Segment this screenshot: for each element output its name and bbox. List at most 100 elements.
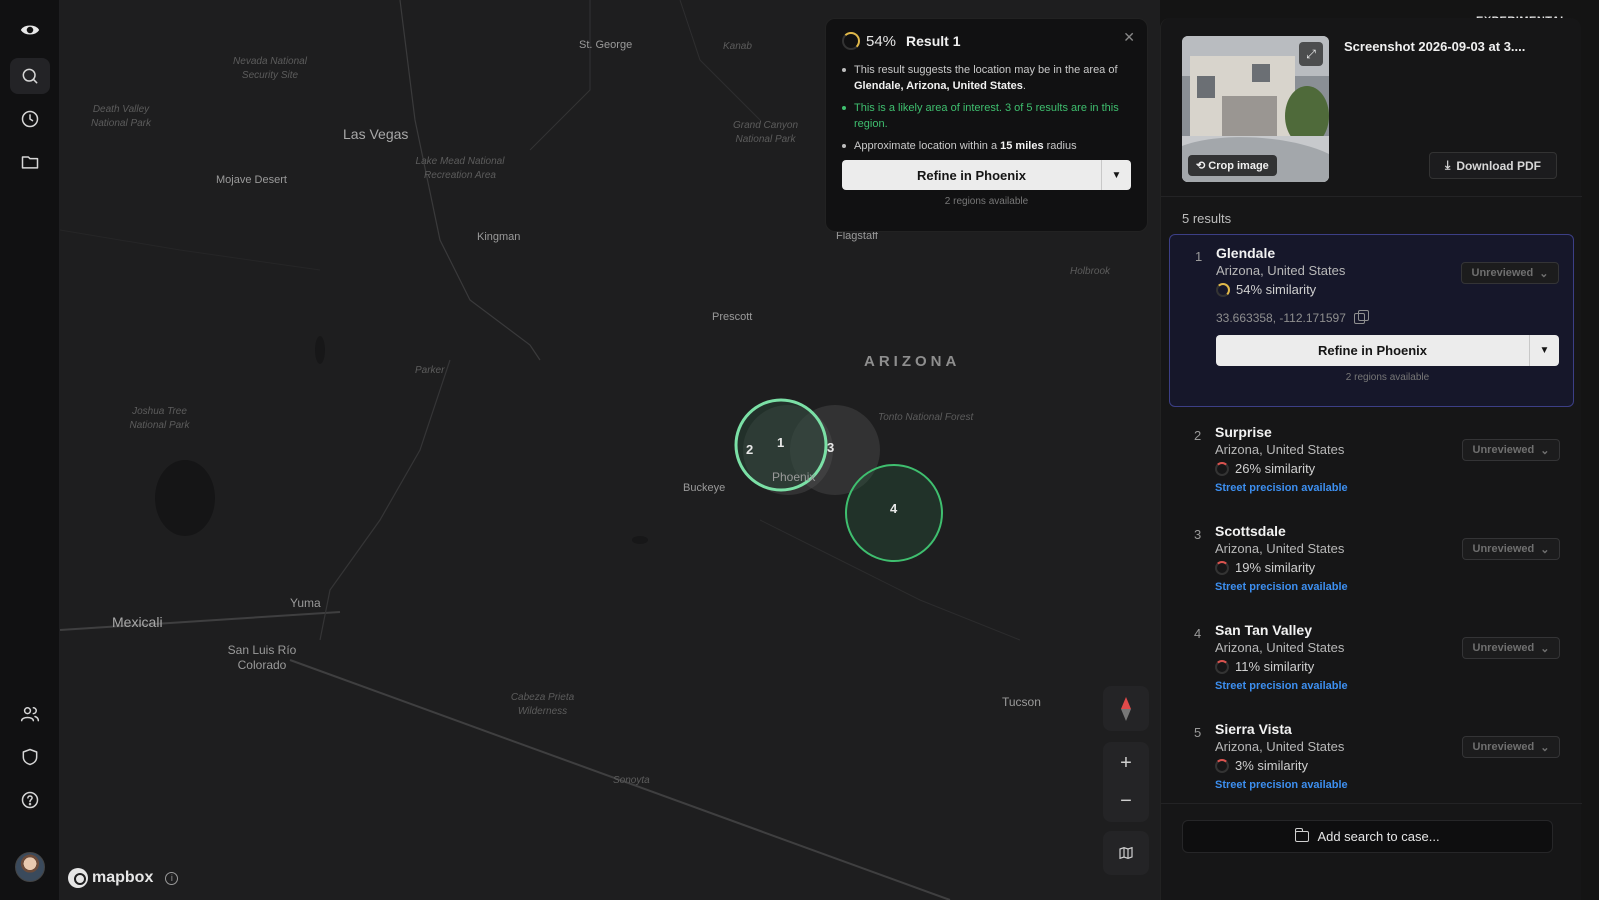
sidebar-item-team[interactable] bbox=[10, 696, 50, 732]
map-label-nevada-site: Nevada National Security Site bbox=[233, 56, 307, 81]
map-label-parker: Parker bbox=[415, 365, 445, 376]
result-name: San Tan Valley bbox=[1215, 622, 1313, 638]
result-similarity: 26% similarity bbox=[1215, 461, 1560, 476]
chevron-down-icon[interactable]: ▼ bbox=[1101, 160, 1131, 190]
mapbox-attribution[interactable]: mapbox i bbox=[68, 868, 179, 888]
similarity-ring-icon bbox=[1216, 282, 1230, 297]
result-card[interactable]: 3 Scottsdale Arizona, United States 19% … bbox=[1169, 513, 1574, 612]
popup-title: Result 1 bbox=[906, 33, 961, 49]
result-number: 4 bbox=[1194, 626, 1202, 641]
map-label-mexicali: Mexicali bbox=[112, 614, 163, 630]
sidebar-item-history[interactable] bbox=[10, 101, 50, 137]
results-list: 1 Glendale Arizona, United States 54% si… bbox=[1169, 234, 1574, 810]
history-icon bbox=[21, 110, 39, 128]
avatar[interactable] bbox=[15, 852, 45, 882]
result-card[interactable]: 4 San Tan Valley Arizona, United States … bbox=[1169, 612, 1574, 711]
folder-icon bbox=[1294, 828, 1310, 842]
zoom-controls: + − bbox=[1103, 742, 1149, 822]
street-precision-link[interactable]: Street precision available bbox=[1215, 680, 1560, 692]
sidebar-item-security[interactable] bbox=[10, 739, 50, 775]
map-label-tonto: Tonto National Forest bbox=[878, 412, 974, 423]
similarity-ring-icon bbox=[1215, 560, 1229, 575]
status-dropdown[interactable]: Unreviewed ⌄ bbox=[1462, 439, 1560, 461]
map-label-arizona: ARIZONA bbox=[864, 353, 961, 370]
copy-icon[interactable] bbox=[1353, 309, 1369, 324]
result-popup: 54% Result 1 ✕ This result suggests the … bbox=[825, 18, 1148, 232]
map-style-button[interactable] bbox=[1103, 831, 1149, 875]
map-label-cabeza: Cabeza Prieta Wilderness bbox=[510, 692, 575, 717]
panel-divider bbox=[1161, 196, 1582, 197]
mapbox-logo-icon bbox=[68, 868, 88, 888]
folder-icon bbox=[21, 156, 39, 169]
results-count: 5 results bbox=[1182, 211, 1232, 226]
popup-refine-button[interactable]: Refine in Phoenix ▼ bbox=[842, 160, 1131, 190]
map-label-tucson: Tucson bbox=[1002, 695, 1041, 709]
similarity-ring-icon bbox=[1215, 659, 1229, 674]
chevron-down-icon[interactable]: ▼ bbox=[1529, 335, 1559, 366]
expand-icon[interactable]: ⤢ bbox=[1299, 42, 1323, 66]
refine-label[interactable]: Refine in Phoenix bbox=[842, 160, 1101, 190]
map-cluster-4[interactable]: 4 bbox=[890, 501, 897, 516]
users-icon bbox=[20, 707, 40, 722]
map-label-lake-mead: Lake Mead National Recreation Area bbox=[415, 156, 505, 181]
zoom-in-button[interactable]: + bbox=[1120, 744, 1132, 782]
mapbox-wordmark: mapbox bbox=[92, 869, 154, 886]
status-dropdown[interactable]: Unreviewed ⌄ bbox=[1462, 637, 1560, 659]
result-card[interactable]: 1 Glendale Arizona, United States 54% si… bbox=[1169, 234, 1574, 407]
map-icon bbox=[1119, 846, 1133, 860]
eye-logo-icon[interactable] bbox=[10, 12, 50, 48]
street-precision-link[interactable]: Street precision available bbox=[1215, 779, 1560, 791]
map-label-holbrook: Holbrook bbox=[1070, 266, 1111, 277]
popup-bullet-interest: This is a likely area of interest. 3 of … bbox=[842, 100, 1131, 132]
street-precision-link[interactable]: Street precision available bbox=[1215, 581, 1560, 593]
popup-bullet-area: This result suggests the location may be… bbox=[842, 62, 1131, 94]
regions-available: 2 regions available bbox=[944, 196, 1029, 207]
screenshot-thumbnail[interactable]: ⤢ ⟲ Crop image bbox=[1182, 36, 1329, 182]
result-number: 2 bbox=[1194, 428, 1202, 443]
sidebar-item-cases[interactable] bbox=[10, 144, 50, 180]
result-coordinates: 33.663358, -112.171597 bbox=[1216, 309, 1559, 325]
chevron-down-icon: ⌄ bbox=[1539, 267, 1549, 280]
zoom-out-button[interactable]: − bbox=[1120, 782, 1132, 820]
refine-label[interactable]: Refine in Phoenix bbox=[1216, 335, 1529, 366]
help-icon bbox=[21, 791, 39, 809]
status-dropdown[interactable]: Unreviewed ⌄ bbox=[1461, 262, 1559, 284]
map-label-phoenix: Phoenix bbox=[772, 470, 816, 484]
download-icon: ⤓ bbox=[1445, 158, 1451, 172]
chevron-down-icon: ⌄ bbox=[1540, 444, 1550, 457]
close-icon[interactable]: ✕ bbox=[1123, 29, 1135, 46]
status-dropdown[interactable]: Unreviewed ⌄ bbox=[1462, 538, 1560, 560]
map-label-sonoyta: Sonoyta bbox=[613, 775, 650, 786]
screenshot-title: Screenshot 2026-09-03 at 3.... bbox=[1344, 39, 1526, 54]
download-label: Download PDF bbox=[1456, 158, 1541, 173]
map-label-prescott: Prescott bbox=[712, 311, 753, 323]
map-cluster-3[interactable]: 3 bbox=[827, 440, 834, 455]
map-label-kanab: Kanab bbox=[723, 41, 752, 52]
compass-button[interactable] bbox=[1103, 686, 1149, 731]
status-dropdown[interactable]: Unreviewed ⌄ bbox=[1462, 736, 1560, 758]
result-card[interactable]: 5 Sierra Vista Arizona, United States 3%… bbox=[1169, 711, 1574, 810]
app-window: Las Vegas St. George Kanab Mojave Desert… bbox=[0, 0, 1599, 900]
refine-button[interactable]: Refine in Phoenix ▼ bbox=[1216, 335, 1559, 366]
map-label-buckeye: Buckeye bbox=[683, 482, 726, 494]
result-card[interactable]: 2 Surprise Arizona, United States 26% si… bbox=[1169, 414, 1574, 513]
crop-image-button[interactable]: ⟲ Crop image bbox=[1188, 155, 1277, 176]
download-pdf-button[interactable]: ⤓ Download PDF bbox=[1429, 152, 1557, 179]
map-label-grand-canyon: Grand Canyon National Park bbox=[732, 120, 799, 145]
map-label-kingman: Kingman bbox=[477, 231, 521, 243]
sidebar-item-search[interactable] bbox=[10, 58, 50, 94]
map-label-san-luis: San Luis Río Colorado bbox=[227, 643, 297, 672]
result-number: 1 bbox=[1195, 249, 1203, 264]
map-cluster-1[interactable]: 1 bbox=[777, 435, 784, 450]
sidebar-item-help[interactable] bbox=[10, 782, 50, 818]
add-search-to-case-button[interactable]: Add search to case... bbox=[1182, 820, 1553, 853]
map-label-joshua-tree: Joshua Tree National Park bbox=[129, 406, 190, 431]
similarity-ring-icon bbox=[1215, 758, 1229, 773]
popup-header: 54% Result 1 bbox=[842, 32, 1131, 50]
info-icon[interactable]: i bbox=[165, 871, 179, 885]
result-similarity: 11% similarity bbox=[1215, 659, 1560, 674]
search-icon bbox=[22, 68, 38, 84]
map-cluster-2[interactable]: 2 bbox=[746, 442, 753, 457]
popup-bullets: This result suggests the location may be… bbox=[842, 62, 1131, 154]
street-precision-link[interactable]: Street precision available bbox=[1215, 482, 1560, 494]
